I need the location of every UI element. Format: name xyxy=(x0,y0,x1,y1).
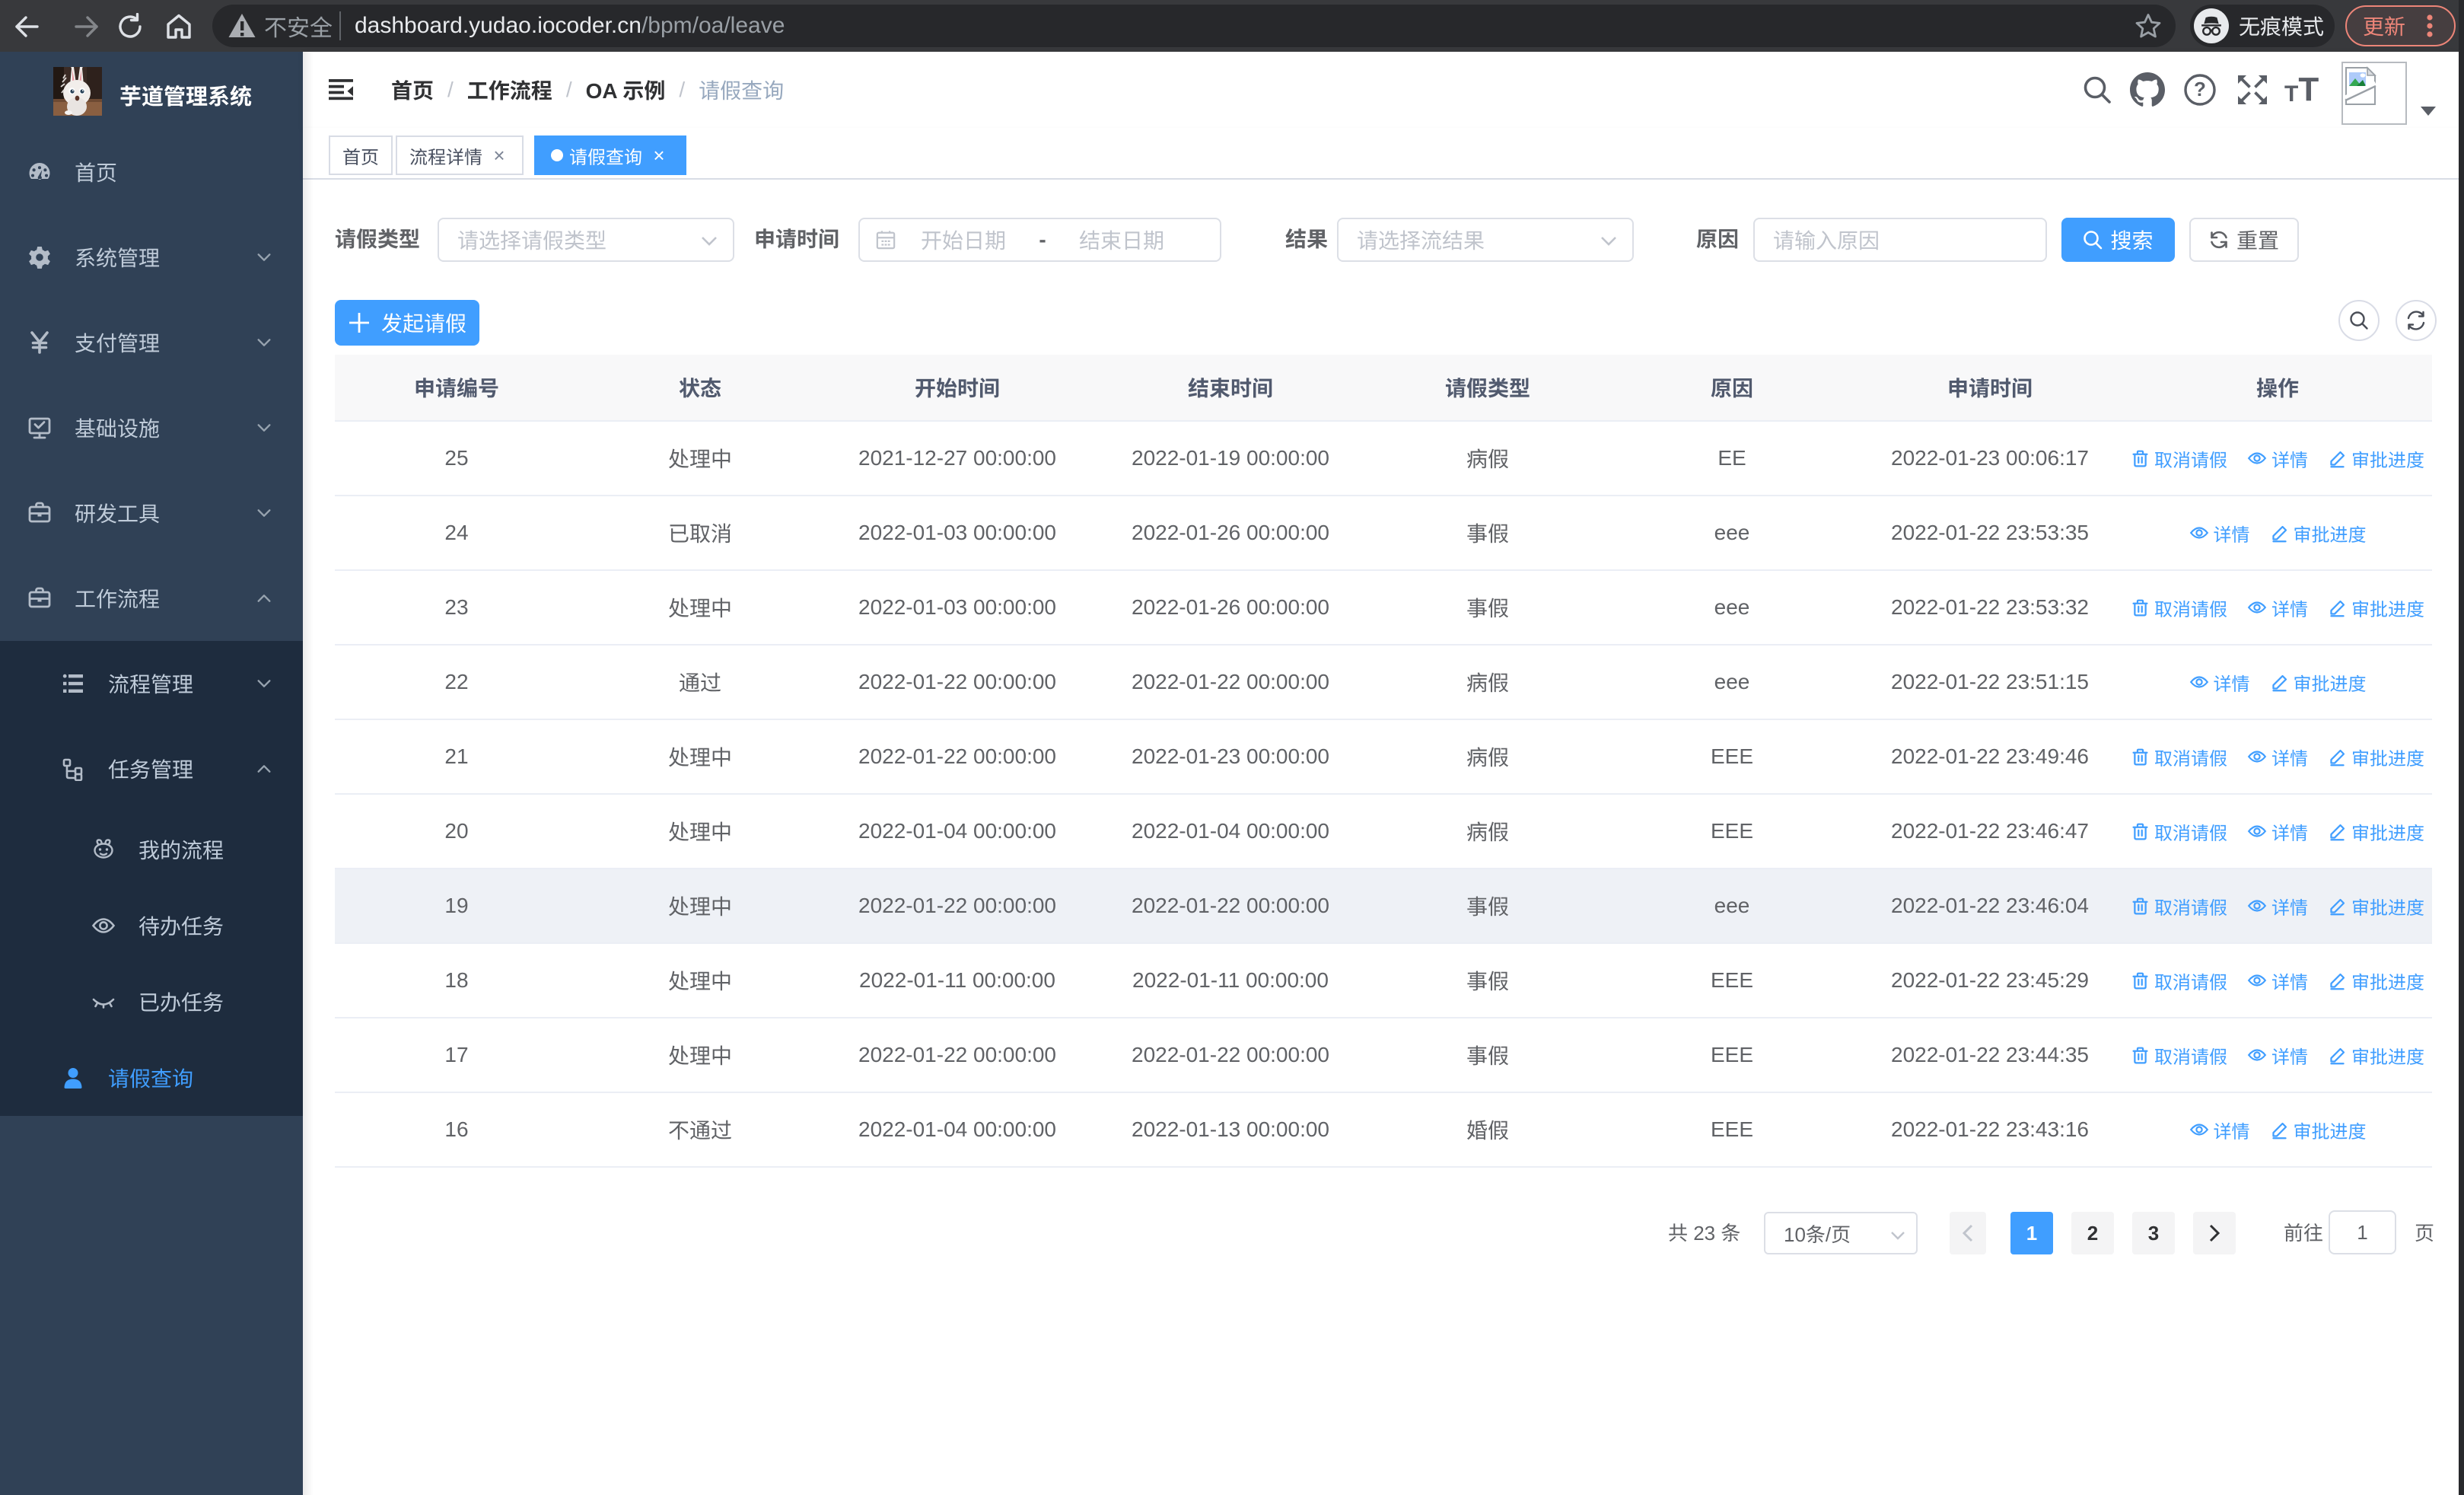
svg-text:?: ? xyxy=(2194,78,2206,100)
